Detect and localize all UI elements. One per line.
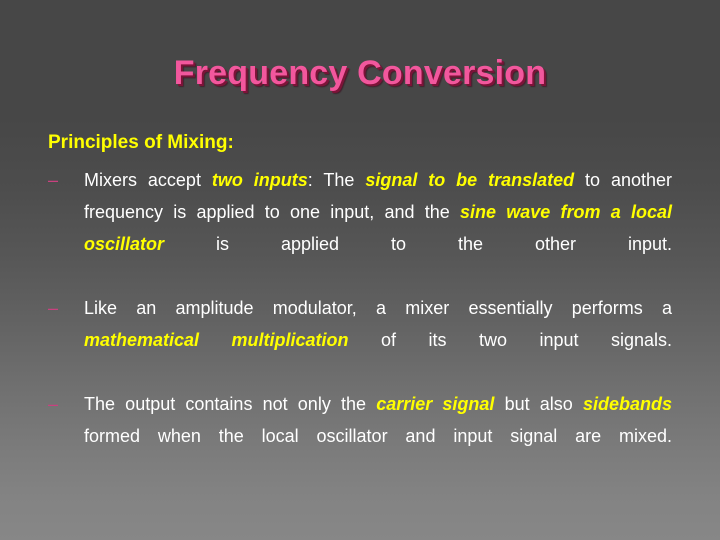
- body-text: of its two input signals.: [348, 330, 672, 350]
- bullet-dash-icon: –: [48, 170, 59, 190]
- emphasized-text: mathematical multiplication: [84, 330, 349, 350]
- body-text: Mixers accept: [84, 170, 212, 190]
- body-text: but also: [494, 394, 583, 414]
- emphasized-text: two inputs: [211, 170, 308, 190]
- emphasized-text: signal to be translated: [365, 170, 575, 190]
- slide-title: Frequency Conversion: [173, 54, 547, 92]
- body-text: : The: [307, 170, 366, 190]
- section-heading: Principles of Mixing:: [48, 132, 234, 153]
- body-text: The output contains not only the: [84, 394, 377, 414]
- body-text: is applied to the other input.: [164, 234, 672, 254]
- bullet-list: – Mixers accept two inputs: The signal t…: [48, 164, 672, 484]
- bullet-item: – The output contains not only the carri…: [48, 388, 672, 484]
- bullet-text: Mixers accept two inputs: The signal to …: [84, 164, 672, 292]
- bullet-item: – Like an amplitude modulator, a mixer e…: [48, 292, 672, 388]
- emphasized-text: carrier signal: [376, 394, 495, 414]
- bullet-text: The output contains not only the carrier…: [84, 388, 672, 484]
- presentation-slide: Frequency Conversion Principles of Mixin…: [0, 0, 720, 540]
- bullet-text: Like an amplitude modulator, a mixer ess…: [84, 292, 672, 388]
- bullet-item: – Mixers accept two inputs: The signal t…: [48, 164, 672, 292]
- slide-body: Principles of Mixing: – Mixers accept tw…: [48, 130, 672, 484]
- body-text: Like an amplitude modulator, a mixer ess…: [84, 298, 672, 318]
- body-text: formed when the local oscillator and inp…: [84, 426, 672, 446]
- bullet-dash-icon: –: [48, 298, 59, 318]
- emphasized-text: sidebands: [582, 394, 673, 414]
- bullet-dash-icon: –: [48, 394, 59, 414]
